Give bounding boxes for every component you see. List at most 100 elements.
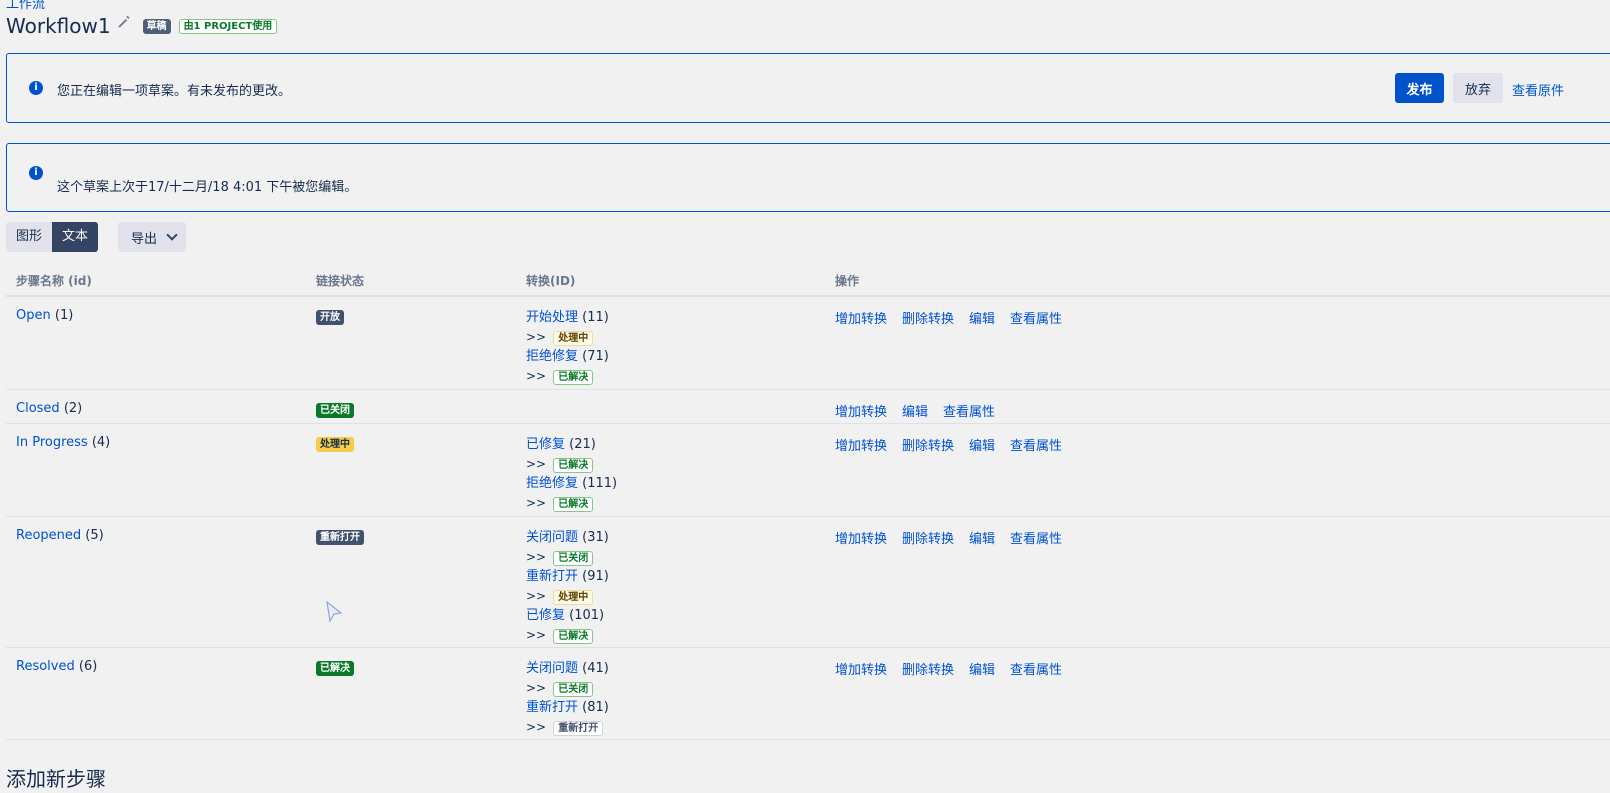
step-name-link[interactable]: Reopened [16, 528, 81, 543]
arrow-marker: >> [526, 456, 547, 471]
transition-item: 关闭问题 (41) [526, 659, 609, 679]
export-label: 导出 [131, 231, 158, 247]
step-name-link[interactable]: In Progress [16, 435, 88, 450]
transitions-cell: 关闭问题 (31) >> 已关闭 重新打开 (91) >> 处理中 已修复 (1… [526, 528, 609, 645]
linked-status-cell: 开放 [316, 308, 344, 325]
export-dropdown-button[interactable]: 导出 [118, 222, 186, 252]
status-lozenge: 已解决 [316, 661, 354, 676]
table-row: In Progress (4) 处理中 已修复 (21) >> 已解决 拒绝修复… [6, 424, 1610, 517]
transition-item: 开始处理 (11) [526, 308, 609, 328]
view-properties-link[interactable]: 查看属性 [1010, 528, 1062, 547]
transition-link[interactable]: 重新打开 [526, 700, 578, 715]
transition-id: (21) [569, 437, 596, 452]
edit-link[interactable]: 编辑 [902, 401, 928, 420]
info-icon: i [29, 166, 43, 180]
used-by-projects-badge[interactable]: 由1 PROJECT使用 [178, 18, 278, 34]
last-edited-message: i 这个草案上次于17/十二月/18 4:01 下午被您编辑。 [6, 143, 1610, 212]
add-transition-link[interactable]: 增加转换 [835, 435, 887, 454]
table-row: Resolved (6) 已解决 关闭问题 (41) >> 已关闭 重新打开 (… [6, 648, 1610, 740]
step-name-link[interactable]: Closed [16, 401, 60, 416]
transition-link[interactable]: 已修复 [526, 608, 565, 623]
step-name-cell: In Progress (4) [16, 435, 110, 450]
mouse-cursor-icon [326, 600, 343, 623]
publish-button[interactable]: 发布 [1395, 73, 1444, 103]
arrow-marker: >> [526, 329, 547, 344]
transition-link[interactable]: 关闭问题 [526, 661, 578, 676]
table-row: Closed (2) 已关闭 增加转换 编辑 查看属性 [6, 390, 1610, 424]
draft-editing-message: i 您正在编辑一项草案。有未发布的更改。 发布 放弃 查看原件 [6, 53, 1610, 123]
transition-link[interactable]: 拒绝修复 [526, 476, 578, 491]
delete-transition-link[interactable]: 删除转换 [902, 528, 954, 547]
transition-item: 已修复 (101) [526, 606, 609, 626]
delete-transition-link[interactable]: 删除转换 [902, 659, 954, 678]
discard-button[interactable]: 放弃 [1453, 73, 1503, 103]
view-toggle: 图形 文本 [6, 222, 99, 252]
add-transition-link[interactable]: 增加转换 [835, 528, 887, 547]
target-status-lozenge: 处理中 [553, 589, 594, 605]
transition-link[interactable]: 拒绝修复 [526, 349, 578, 364]
view-properties-link[interactable]: 查看属性 [943, 401, 995, 420]
transition-id: (11) [582, 310, 609, 325]
target-status-lozenge: 已解决 [553, 369, 594, 385]
transition-target: >> 处理中 [526, 328, 609, 348]
target-status-lozenge: 已解决 [553, 628, 594, 644]
transition-link[interactable]: 已修复 [526, 437, 565, 452]
transition-link[interactable]: 重新打开 [526, 569, 578, 584]
pencil-icon[interactable] [117, 15, 131, 29]
column-header-operations: 操作 [835, 274, 860, 288]
transitions-cell: 已修复 (21) >> 已解决 拒绝修复 (111) >> 已解决 [526, 435, 617, 513]
step-id: (5) [85, 528, 104, 543]
operations-cell: 增加转换 删除转换 编辑 查看属性 [835, 659, 1062, 678]
target-status-lozenge: 处理中 [553, 330, 594, 346]
view-properties-link[interactable]: 查看属性 [1010, 435, 1062, 454]
edit-link[interactable]: 编辑 [969, 659, 995, 678]
add-transition-link[interactable]: 增加转换 [835, 308, 887, 327]
transition-target: >> 重新打开 [526, 718, 609, 738]
transitions-cell: 开始处理 (11) >> 处理中 拒绝修复 (71) >> 已解决 [526, 308, 609, 386]
edit-link[interactable]: 编辑 [969, 308, 995, 327]
column-header-linked-status: 链接状态 [316, 274, 365, 288]
table-row: Reopened (5) 重新打开 关闭问题 (31) >> 已关闭 重新打开 … [6, 517, 1610, 648]
view-properties-link[interactable]: 查看属性 [1010, 308, 1062, 327]
add-transition-link[interactable]: 增加转换 [835, 659, 887, 678]
step-name-link[interactable]: Resolved [16, 659, 75, 674]
step-name-link[interactable]: Open [16, 308, 51, 323]
chevron-down-icon [166, 229, 178, 241]
target-status-lozenge: 已关闭 [553, 681, 594, 697]
edit-link[interactable]: 编辑 [969, 528, 995, 547]
step-name-cell: Closed (2) [16, 401, 82, 416]
transition-item: 关闭问题 (31) [526, 528, 609, 548]
arrow-marker: >> [526, 495, 547, 510]
status-lozenge: 已关闭 [316, 403, 354, 418]
tab-graph[interactable]: 图形 [6, 222, 53, 252]
transition-item: 重新打开 (91) [526, 567, 609, 587]
add-transition-link[interactable]: 增加转换 [835, 401, 887, 420]
delete-transition-link[interactable]: 删除转换 [902, 308, 954, 327]
transition-link[interactable]: 关闭问题 [526, 530, 578, 545]
title-row: Workflow1 草稿 由1 PROJECT使用 [6, 14, 278, 38]
step-id: (6) [78, 659, 98, 674]
view-original-link[interactable]: 查看原件 [1512, 80, 1564, 99]
transition-link[interactable]: 开始处理 [526, 310, 578, 325]
tab-text[interactable]: 文本 [52, 222, 99, 252]
status-lozenge: 处理中 [316, 437, 354, 452]
breadcrumb-workflows[interactable]: 工作流 [6, 0, 45, 12]
transition-id: (31) [582, 530, 609, 545]
transition-target: >> 已解决 [526, 455, 617, 475]
draft-badge: 草稿 [142, 18, 171, 34]
table-row: Open (1) 开放 开始处理 (11) >> 处理中 拒绝修复 (71) >… [6, 297, 1610, 390]
transition-id: (111) [582, 476, 618, 491]
edit-link[interactable]: 编辑 [969, 435, 995, 454]
step-name-cell: Reopened (5) [16, 528, 104, 543]
delete-transition-link[interactable]: 删除转换 [902, 435, 954, 454]
arrow-marker: >> [526, 588, 547, 603]
operations-cell: 增加转换 删除转换 编辑 查看属性 [835, 308, 1062, 327]
view-properties-link[interactable]: 查看属性 [1010, 659, 1062, 678]
linked-status-cell: 重新打开 [316, 528, 364, 545]
transition-id: (71) [582, 349, 609, 364]
arrow-marker: >> [526, 719, 547, 734]
step-name-cell: Open (1) [16, 308, 73, 323]
transition-target: >> 已关闭 [526, 679, 609, 699]
transition-target: >> 已解决 [526, 494, 617, 514]
column-header-step-name: 步骤名称 (id) [16, 274, 92, 288]
